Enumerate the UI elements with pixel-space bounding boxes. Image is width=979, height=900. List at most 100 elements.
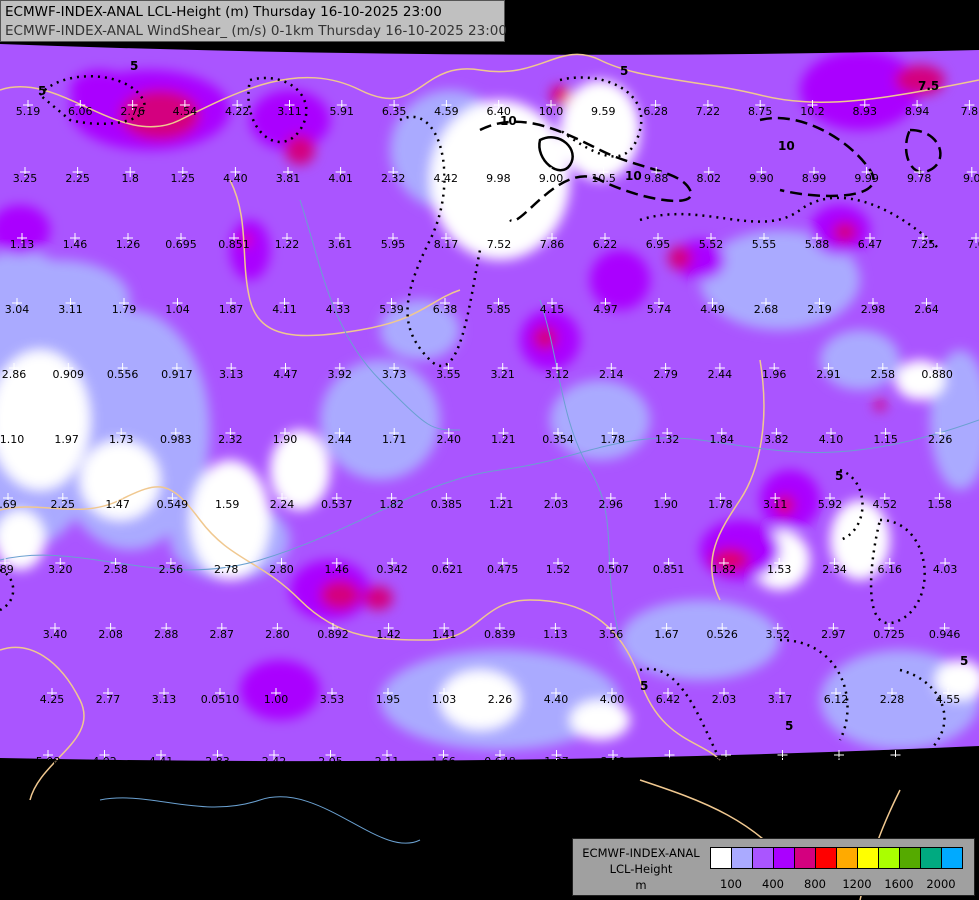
station-value: 3.25: [13, 172, 38, 185]
legend-swatch: [732, 848, 753, 868]
station-value: 5.55: [752, 238, 777, 251]
station-value: 3.59: [714, 755, 739, 768]
station-value: 2.58: [871, 368, 896, 381]
station-value: 1.15: [873, 433, 898, 446]
station-value: 5.19: [16, 105, 41, 118]
station-value: 2.78: [214, 563, 239, 576]
station-value: 1.52: [546, 563, 571, 576]
contour-label: 7.5: [918, 79, 939, 93]
station-value: 1.46: [325, 563, 350, 576]
station-value: 4.22: [225, 105, 250, 118]
station-value: 7.23: [827, 755, 852, 768]
station-value: 5.52: [883, 755, 908, 768]
station-value: 1.10: [0, 433, 24, 446]
station-value: 0.342: [376, 563, 408, 576]
station-value: 1.13: [10, 238, 35, 251]
station-value: 4.25: [40, 693, 65, 706]
station-value: 3.92: [328, 368, 353, 381]
station-value: 5.88: [805, 238, 830, 251]
station-value: 6.38: [433, 303, 458, 316]
station-value: 3.40: [43, 628, 68, 641]
station-value: 0.0510: [201, 693, 240, 706]
station-value: 2.26: [488, 693, 513, 706]
station-value: .69: [0, 498, 17, 511]
station-value: 4.41: [149, 755, 174, 768]
legend-tick: 1200: [842, 877, 872, 891]
station-value: 0.549: [157, 498, 189, 511]
station-value: 2.87: [210, 628, 235, 641]
station-value: 2.32: [381, 172, 406, 185]
station-value: 5.08: [36, 755, 61, 768]
legend-tick: 2000: [926, 877, 956, 891]
station-value: 10.0: [539, 105, 564, 118]
contour-label: 5: [785, 719, 793, 733]
station-value: 2.77: [96, 693, 121, 706]
station-value: 8.02: [697, 172, 722, 185]
station-value: 6.06: [68, 105, 93, 118]
station-value: 8.93: [853, 105, 878, 118]
station-value: 2.86: [2, 368, 27, 381]
station-value: 2.91: [816, 368, 841, 381]
station-value: 0.385: [431, 498, 463, 511]
legend-label: ECMWF-INDEX-ANAL LCL-Height m: [577, 845, 705, 893]
legend-swatch: [858, 848, 879, 868]
station-value: 0.909: [53, 368, 85, 381]
station-value: 1.67: [654, 628, 679, 641]
legend-model: ECMWF-INDEX-ANAL: [582, 846, 700, 860]
station-value: 2.83: [205, 755, 230, 768]
station-value: 2.19: [807, 303, 832, 316]
station-value: 2.24: [270, 498, 295, 511]
station-value: 0.354: [542, 433, 574, 446]
station-value: 0.839: [484, 628, 516, 641]
station-value: 5.95: [381, 238, 406, 251]
station-value: 2.25: [65, 172, 90, 185]
station-value: 2.79: [653, 368, 678, 381]
station-value: 7.86: [540, 238, 565, 251]
title-box: ECMWF-INDEX-ANAL LCL-Height (m) Thursday…: [0, 0, 507, 42]
station-value: 0.725: [873, 628, 905, 641]
station-value: 0.983: [160, 433, 192, 446]
station-value: 9.98: [486, 172, 511, 185]
station-value: 2.25: [51, 498, 76, 511]
station-value: 0.851: [653, 563, 685, 576]
station-value: 1.82: [712, 563, 737, 576]
station-value: 9.88: [644, 172, 669, 185]
station-value: 2.40: [437, 433, 462, 446]
station-value: 2.80: [269, 563, 294, 576]
legend-swatch: [816, 848, 837, 868]
station-value: 4.02: [92, 755, 117, 768]
legend-ticks: 100 400 800 1200 1600 2000: [710, 877, 966, 893]
legend-swatch: [753, 848, 774, 868]
station-value: 0.695: [165, 238, 197, 251]
field-patch: [363, 586, 393, 610]
station-value: 8.99: [802, 172, 827, 185]
station-value: 2.26: [928, 433, 953, 446]
station-value: 4.59: [434, 105, 459, 118]
station-value: 2.76: [120, 105, 145, 118]
station-value: 1.71: [382, 433, 407, 446]
station-value: 3.56: [599, 628, 624, 641]
station-value: 0.917: [161, 368, 193, 381]
station-value: 0.537: [321, 498, 353, 511]
station-value: 3.73: [382, 368, 407, 381]
contour-label: 10: [625, 169, 642, 183]
station-value: 5.92: [818, 498, 843, 511]
station-value: 4.47: [273, 368, 298, 381]
station-value: 0.556: [107, 368, 139, 381]
station-value: 4.11: [272, 303, 297, 316]
lcl-height-map: 55 57.51010105555 5.19 6.06 2.76 4.54 4.22 3.1…: [0, 44, 979, 900]
station-value: 0.648: [484, 755, 516, 768]
legend-swatch: [774, 848, 795, 868]
station-value: 2.32: [218, 433, 243, 446]
station-value: 10.2: [800, 105, 825, 118]
station-value: 4.33: [326, 303, 351, 316]
station-value: 1.04: [165, 303, 190, 316]
station-value: 1.59: [215, 498, 240, 511]
station-value: 0.621: [432, 563, 464, 576]
station-value: 4.03: [933, 563, 958, 576]
station-value: 5.74: [647, 303, 672, 316]
station-value: 2.08: [98, 628, 123, 641]
legend-swatch: [795, 848, 816, 868]
station-value: 0.851: [218, 238, 250, 251]
station-value: 3.61: [328, 238, 353, 251]
